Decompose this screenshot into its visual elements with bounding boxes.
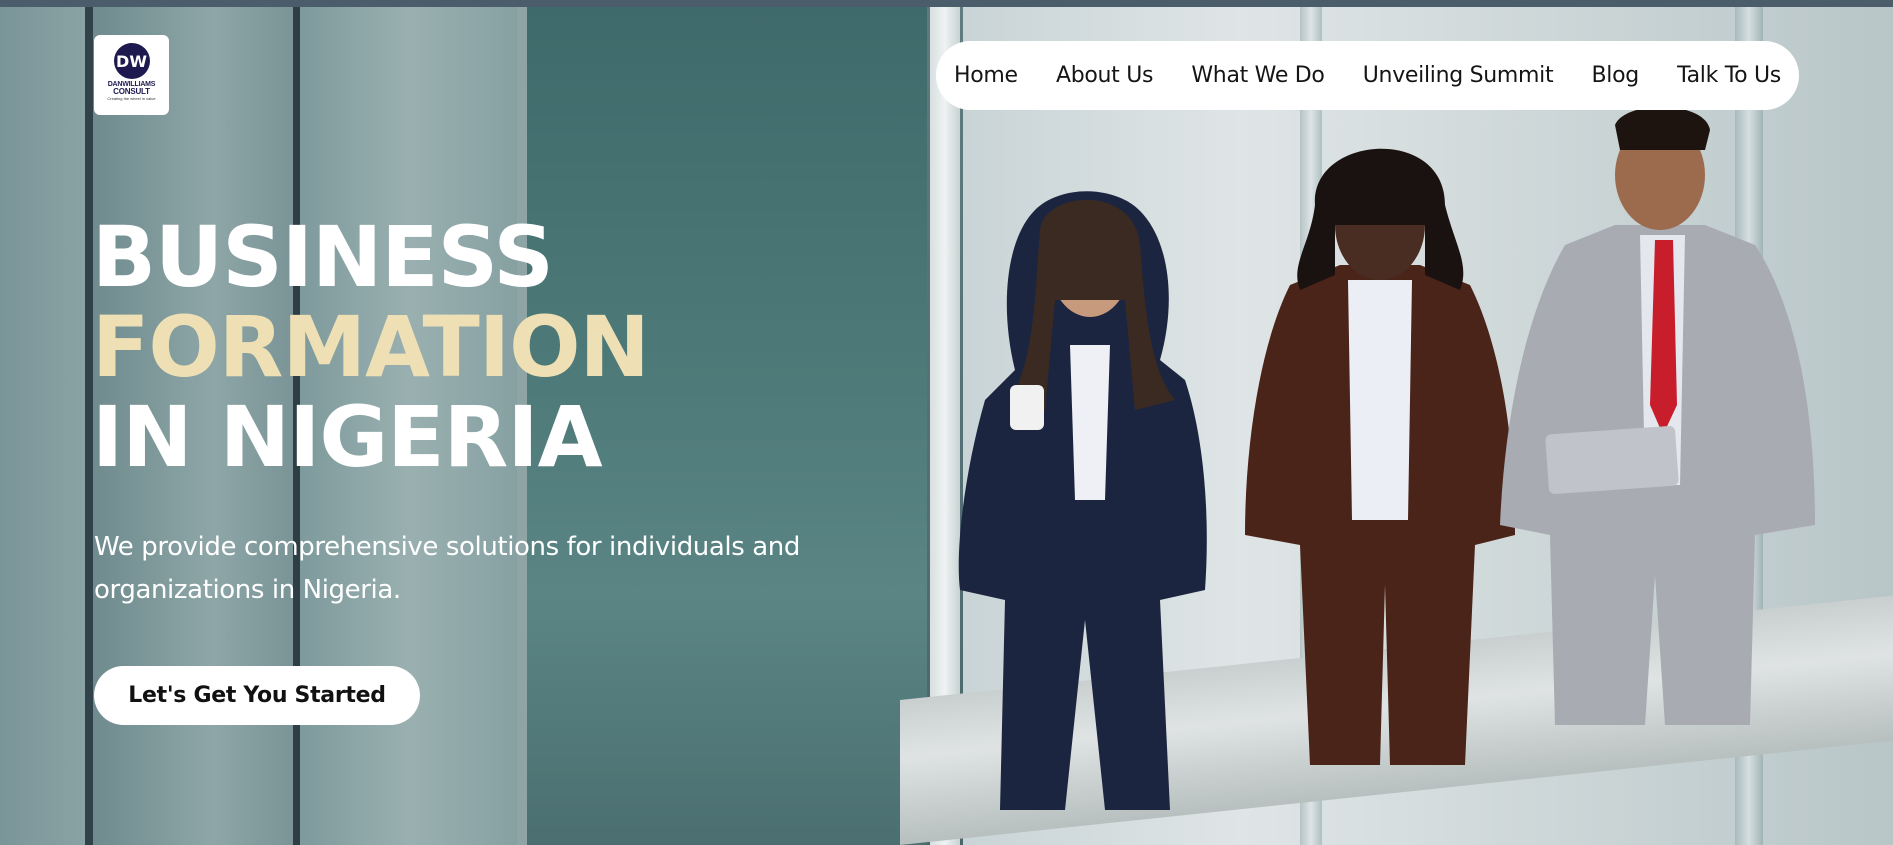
nav-item-blog[interactable]: Blog (1591, 63, 1639, 88)
nav-item-what-we-do[interactable]: What We Do (1191, 63, 1325, 88)
hero-section: DW DANWILLIAMS CONSULT Creating the whee… (0, 0, 1893, 845)
person-left (958, 191, 1207, 810)
nav-item-about-us[interactable]: About Us (1056, 63, 1154, 88)
nav-item-home[interactable]: Home (954, 63, 1018, 88)
site-logo[interactable]: DW DANWILLIAMS CONSULT Creating the whee… (94, 35, 169, 115)
nav-item-unveiling-summit[interactable]: Unveiling Summit (1363, 63, 1554, 88)
headline-line-formation: FORMATION (92, 298, 650, 396)
logo-wordmark-line2: CONSULT (113, 87, 150, 96)
logo-tagline: Creating the wheel in value (107, 96, 156, 101)
get-started-button[interactable]: Let's Get You Started (94, 666, 420, 725)
headline-line-business: BUSINESS (92, 208, 554, 306)
glass-panel (0, 7, 90, 845)
main-navigation: Home About Us What We Do Unveiling Summi… (936, 41, 1799, 110)
person-right (1500, 106, 1815, 725)
dw-monogram-icon: DW (113, 43, 150, 79)
hero-subtext: We provide comprehensive solutions for i… (94, 532, 800, 605)
headline-line-in-nigeria: IN NIGERIA (92, 388, 603, 486)
person-middle (1245, 148, 1515, 765)
hero-headline: BUSINESS FORMATION IN NIGERIA (92, 208, 650, 486)
nav-item-talk-to-us[interactable]: Talk To Us (1677, 63, 1781, 88)
